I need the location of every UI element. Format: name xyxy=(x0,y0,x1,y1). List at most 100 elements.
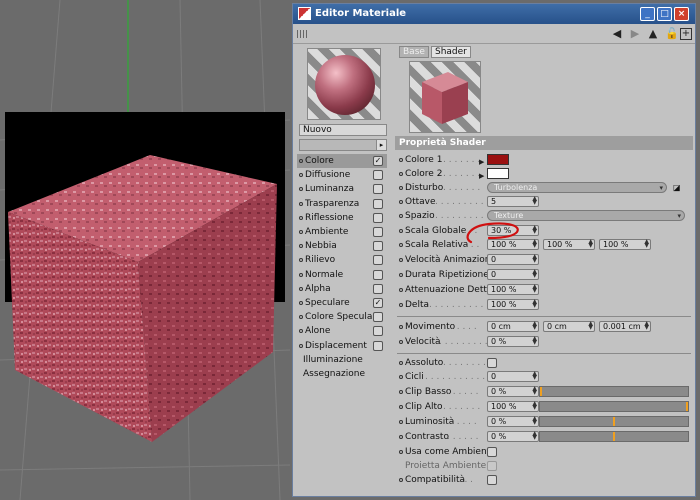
animation-bullet-icon[interactable] xyxy=(399,288,403,292)
animation-bullet-icon[interactable] xyxy=(399,186,403,190)
channel-checkbox[interactable] xyxy=(373,212,383,223)
assignment-item[interactable]: Assegnazione xyxy=(303,367,365,381)
channel-checkbox[interactable] xyxy=(373,340,383,351)
channel-item[interactable]: Diffusione xyxy=(297,168,387,182)
spinner-icon[interactable]: ▲ ▼ xyxy=(644,239,649,249)
titlebar[interactable]: Editor Materiale _ □ × xyxy=(293,4,695,24)
material-name-field[interactable]: Nuovo xyxy=(299,124,387,136)
toolbar-grip-icon[interactable] xyxy=(297,30,307,38)
tab-shader[interactable]: Shader xyxy=(431,46,471,58)
clip-alto-slider[interactable] xyxy=(539,401,689,412)
minimize-button[interactable]: _ xyxy=(640,7,655,21)
clip-basso-slider[interactable] xyxy=(539,386,689,397)
material-dropdown[interactable]: ▸ xyxy=(299,139,387,151)
back-arrow-icon[interactable]: ◀ xyxy=(611,28,623,40)
channel-item[interactable]: Trasparenza xyxy=(297,197,387,211)
channel-item[interactable]: Luminanza xyxy=(297,182,387,196)
animation-bullet-icon[interactable] xyxy=(399,420,403,424)
velocita-field[interactable]: 0 % ▲ ▼ xyxy=(487,336,539,347)
slider-knob[interactable] xyxy=(540,387,542,396)
channel-checkbox[interactable] xyxy=(373,241,383,252)
animation-bullet-icon[interactable] xyxy=(399,450,403,454)
movimento-x-field[interactable]: 0 cm ▲ ▼ xyxy=(487,321,539,332)
lock-icon[interactable]: 🔓 xyxy=(665,28,679,40)
usa-come-ambiente-checkbox[interactable] xyxy=(487,447,497,457)
durata-ripetizione-field[interactable]: 0 ▲ ▼ xyxy=(487,269,539,280)
plus-icon[interactable]: + xyxy=(680,28,692,40)
forward-arrow-icon[interactable]: ▶ xyxy=(629,28,641,40)
spinner-icon[interactable]: ▲ ▼ xyxy=(532,401,537,411)
channel-checkbox[interactable] xyxy=(373,326,383,337)
spinner-icon[interactable]: ▲ ▼ xyxy=(532,416,537,426)
channel-item[interactable]: Nebbia xyxy=(297,239,387,253)
clip-basso-field[interactable]: 0 % ▲ ▼ xyxy=(487,386,539,397)
spinner-icon[interactable]: ▲ ▼ xyxy=(532,254,537,264)
spinner-icon[interactable]: ▲ ▼ xyxy=(532,371,537,381)
channel-item[interactable]: Normale xyxy=(297,268,387,282)
maximize-button[interactable]: □ xyxy=(657,7,672,21)
channel-item[interactable]: Speculare ✓ xyxy=(297,296,387,310)
channel-item[interactable]: Alone xyxy=(297,324,387,338)
channel-checkbox[interactable] xyxy=(373,170,383,181)
illumination-item[interactable]: Illuminazione xyxy=(303,353,363,367)
channel-checkbox[interactable]: ✓ xyxy=(373,156,383,166)
close-button[interactable]: × xyxy=(674,7,689,21)
channel-checkbox[interactable] xyxy=(373,255,383,266)
contrasto-slider[interactable] xyxy=(539,431,689,442)
spinner-icon[interactable]: ▲ ▼ xyxy=(532,299,537,309)
animation-bullet-icon[interactable] xyxy=(399,214,403,218)
spinner-icon[interactable]: ▲ ▼ xyxy=(588,239,593,249)
contrasto-field[interactable]: 0 % ▲ ▼ xyxy=(487,431,539,442)
slider-knob[interactable] xyxy=(613,417,615,426)
channel-checkbox[interactable]: ✓ xyxy=(373,298,383,308)
animation-bullet-icon[interactable] xyxy=(399,361,403,365)
slider-knob[interactable] xyxy=(613,432,615,441)
ottave-field[interactable]: 5 ▲ ▼ xyxy=(487,196,539,207)
animation-bullet-icon[interactable] xyxy=(399,478,403,482)
channel-item[interactable]: Colore Speculare xyxy=(297,310,387,324)
channel-item[interactable]: Ambiente xyxy=(297,225,387,239)
scala-relativa-z-field[interactable]: 100 % ▲ ▼ xyxy=(599,239,651,250)
movimento-y-field[interactable]: 0 cm ▲ ▼ xyxy=(543,321,595,332)
animation-bullet-icon[interactable] xyxy=(399,405,403,409)
animation-bullet-icon[interactable] xyxy=(399,375,403,379)
clip-alto-field[interactable]: 100 % ▲ ▼ xyxy=(487,401,539,412)
spinner-icon[interactable]: ▲ ▼ xyxy=(532,431,537,441)
spinner-icon[interactable]: ▲ ▼ xyxy=(532,284,537,294)
spinner-icon[interactable]: ▲ ▼ xyxy=(532,196,537,206)
colore2-swatch[interactable] xyxy=(487,168,509,179)
animation-bullet-icon[interactable] xyxy=(399,390,403,394)
colore1-swatch[interactable] xyxy=(487,154,509,165)
delta-field[interactable]: 100 % ▲ ▼ xyxy=(487,299,539,310)
assoluto-checkbox[interactable] xyxy=(487,358,497,368)
channel-item[interactable]: Rilievo xyxy=(297,253,387,267)
up-arrow-icon[interactable]: ▲ xyxy=(647,28,659,40)
spinner-icon[interactable]: ▲ ▼ xyxy=(532,336,537,346)
animation-bullet-icon[interactable] xyxy=(399,258,403,262)
channel-checkbox[interactable] xyxy=(373,184,383,195)
channel-item[interactable]: Displacement xyxy=(297,339,387,353)
animation-bullet-icon[interactable] xyxy=(399,158,403,162)
channel-checkbox[interactable] xyxy=(373,312,383,323)
spinner-icon[interactable]: ▲ ▼ xyxy=(532,386,537,396)
slider-knob[interactable] xyxy=(686,402,688,411)
luminosita-field[interactable]: 0 % ▲ ▼ xyxy=(487,416,539,427)
attenuazione-dettagli-field[interactable]: 100 % ▲ ▼ xyxy=(487,284,539,295)
channel-checkbox[interactable] xyxy=(373,269,383,280)
luminosita-slider[interactable] xyxy=(539,416,689,427)
spinner-icon[interactable]: ▲ ▼ xyxy=(644,321,649,331)
channel-item[interactable]: Colore ✓ xyxy=(297,154,387,168)
shield-icon[interactable]: ◪ xyxy=(673,181,681,195)
channel-item[interactable]: Riflessione xyxy=(297,211,387,225)
shader-preview[interactable] xyxy=(409,61,481,133)
compatibilita-checkbox[interactable] xyxy=(487,475,497,485)
animation-bullet-icon[interactable] xyxy=(399,273,403,277)
spinner-icon[interactable]: ▲ ▼ xyxy=(588,321,593,331)
tab-base[interactable]: Base xyxy=(399,46,429,58)
spinner-icon[interactable]: ▲ ▼ xyxy=(532,321,537,331)
movimento-z-field[interactable]: 0.001 cm ▲ ▼ xyxy=(599,321,651,332)
animation-bullet-icon[interactable] xyxy=(399,325,403,329)
channel-item[interactable]: Alpha xyxy=(297,282,387,296)
channel-checkbox[interactable] xyxy=(373,283,383,294)
spinner-icon[interactable]: ▲ ▼ xyxy=(532,269,537,279)
